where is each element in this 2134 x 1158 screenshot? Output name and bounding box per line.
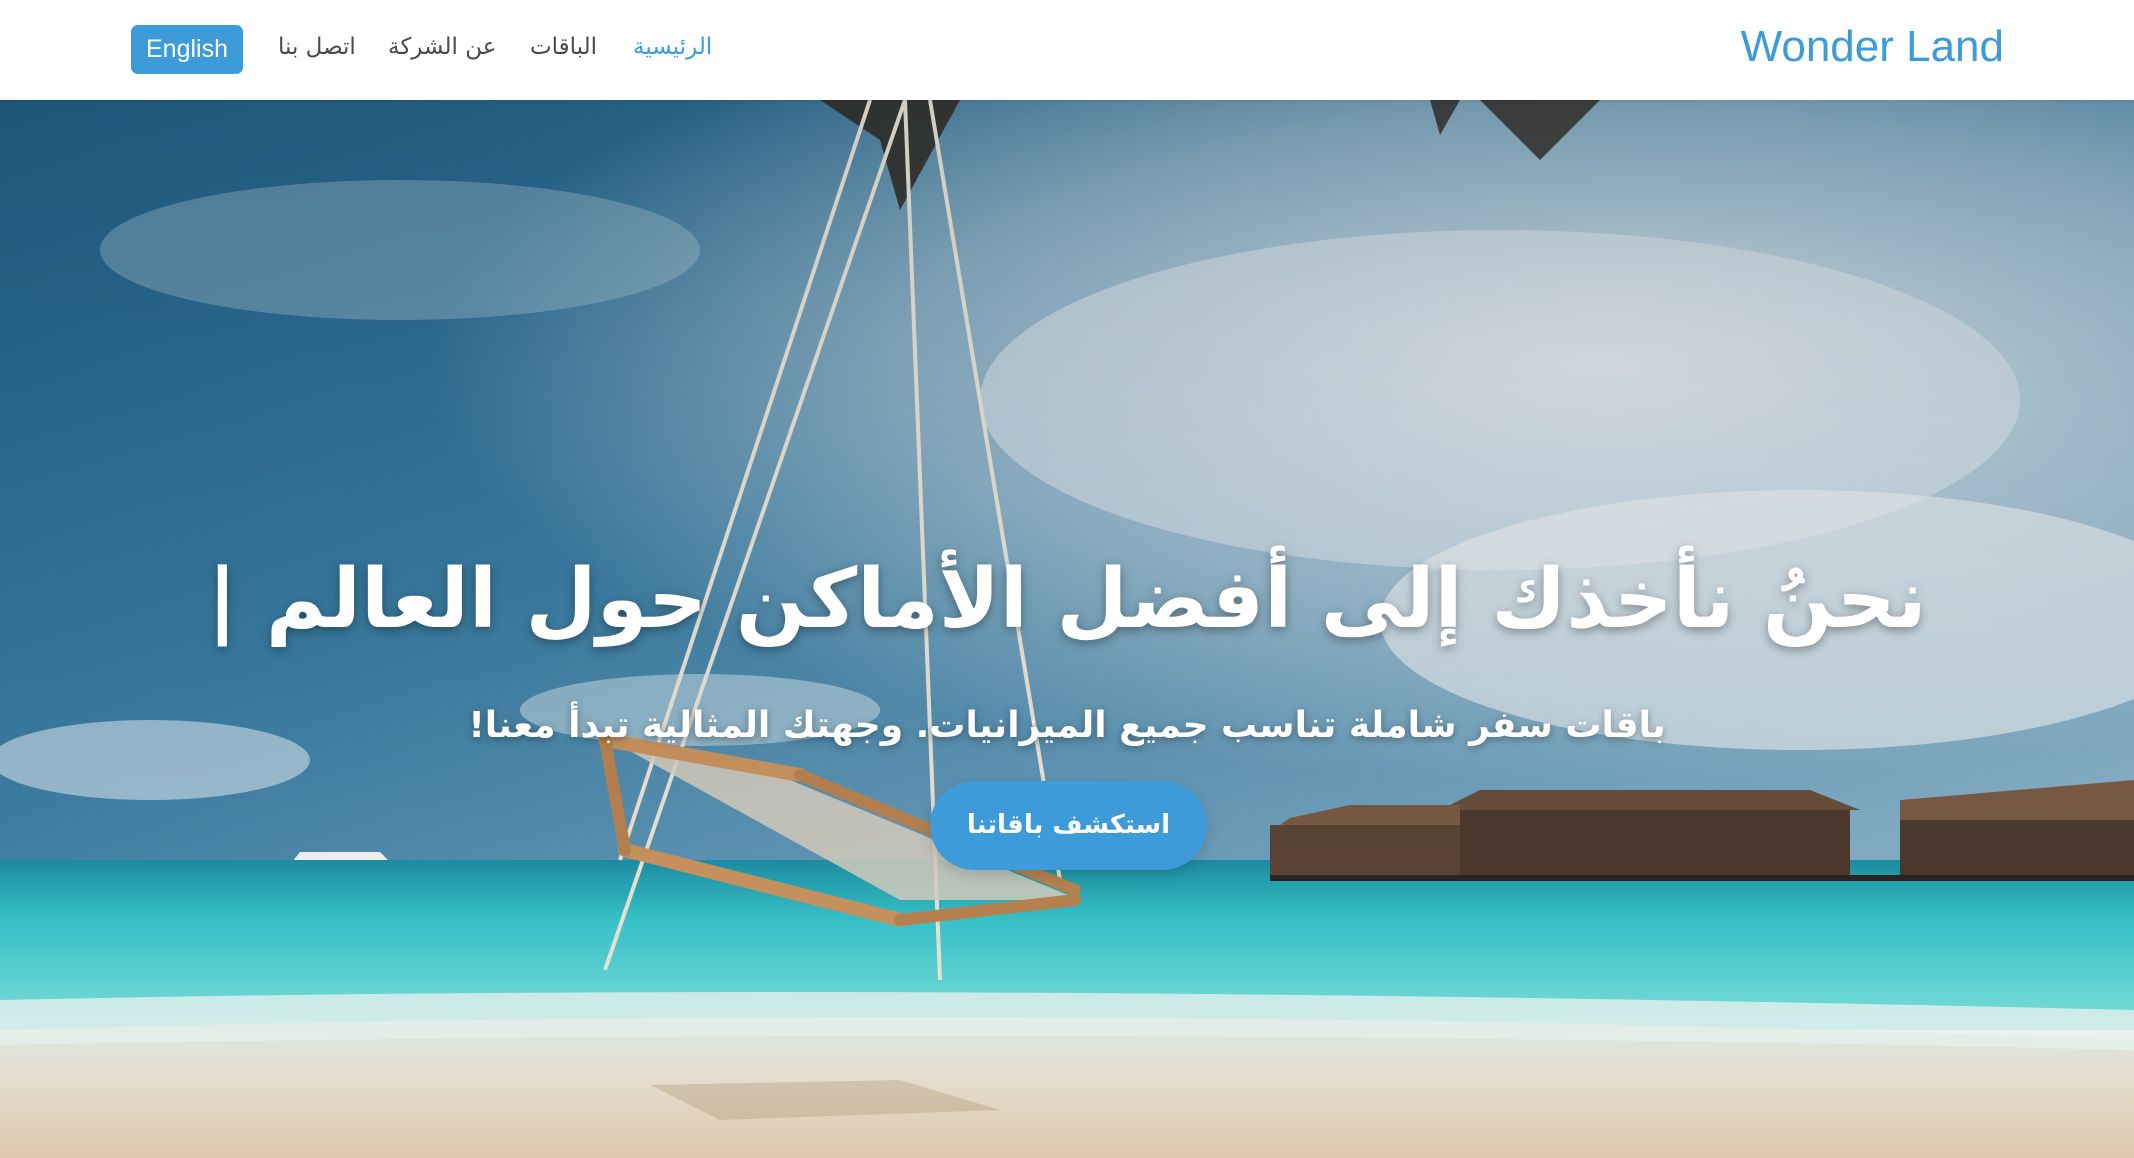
- nav-link-home[interactable]: الرئيسية: [633, 34, 712, 60]
- language-toggle-button[interactable]: English: [131, 25, 243, 74]
- hero-section: نحنُ نأخذك إلى أفضل الأماكن حول العالم |…: [0, 100, 2134, 1158]
- nav-link-packages[interactable]: الباقات: [530, 34, 597, 60]
- nav-link-contact[interactable]: اتصل بنا: [278, 34, 356, 60]
- main-nav: الرئيسية الباقات عن الشركة اتصل بنا Engl…: [0, 0, 2134, 100]
- explore-packages-button[interactable]: استكشف باقاتنا: [930, 781, 1207, 870]
- top-navbar: Wonder Land الرئيسية الباقات عن الشركة ا…: [0, 0, 2134, 100]
- hero-subtitle: باقات سفر شاملة تناسب جميع الميزانيات. و…: [468, 705, 1666, 746]
- nav-link-about[interactable]: عن الشركة: [388, 34, 496, 60]
- hero-title: نحنُ نأخذك إلى أفضل الأماكن حول العالم |: [207, 551, 1927, 647]
